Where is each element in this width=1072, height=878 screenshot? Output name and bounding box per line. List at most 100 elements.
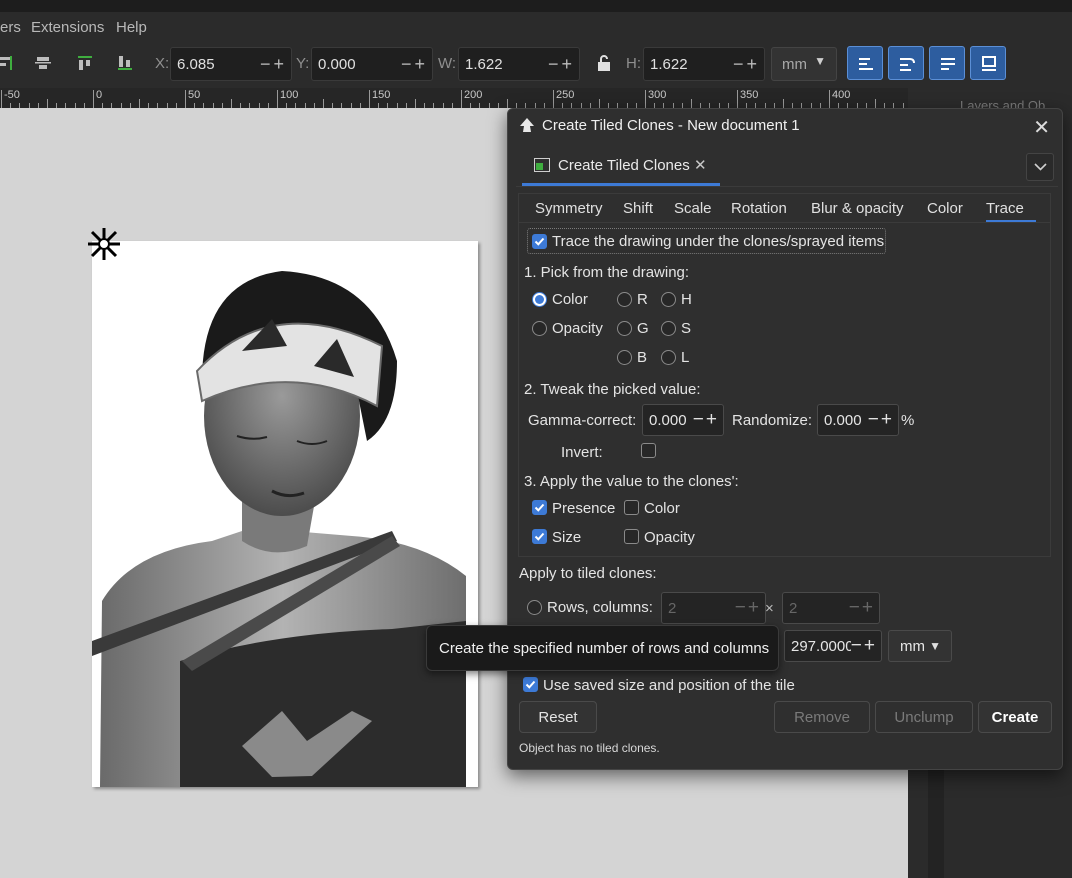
- create-button[interactable]: Create: [978, 701, 1052, 733]
- percent-label: %: [901, 412, 915, 429]
- dialog-title: Create Tiled Clones - New document 1: [542, 117, 800, 134]
- pick-h-radio[interactable]: [661, 292, 676, 307]
- dock-tab-label: Create Tiled Clones: [558, 157, 690, 174]
- lock-icon[interactable]: [596, 53, 612, 73]
- h-spinbox[interactable]: 1.622 −+: [643, 47, 765, 81]
- pick-color-radio[interactable]: [532, 292, 547, 307]
- tab-shift[interactable]: Shift: [623, 200, 653, 217]
- close-icon[interactable]: ✕: [1033, 115, 1050, 140]
- notebook-tabs: Symmetry Shift Scale Rotation Blur & opa…: [518, 193, 1051, 223]
- ruler-tick: [277, 90, 278, 108]
- tab-trace[interactable]: Trace: [986, 200, 1024, 217]
- size-unit-dropdown[interactable]: mm ▼: [888, 630, 952, 662]
- apply-opacity-checkbox[interactable]: [624, 529, 639, 544]
- pick-l-label[interactable]: L: [681, 349, 689, 366]
- inkscape-logo-icon: [520, 118, 534, 132]
- portrait-image[interactable]: [92, 241, 478, 787]
- gamma-stepper-icon[interactable]: −+: [693, 409, 719, 431]
- height-stepper-icon[interactable]: −+: [851, 635, 877, 657]
- columns-stepper-icon[interactable]: −+: [849, 597, 875, 619]
- rows-stepper-icon[interactable]: −+: [735, 597, 761, 619]
- tab-blur-opacity[interactable]: Blur & opacity: [811, 200, 904, 217]
- transform-pattern-button[interactable]: [970, 46, 1006, 80]
- reset-button[interactable]: Reset: [519, 701, 597, 733]
- apply-color-label[interactable]: Color: [644, 500, 680, 517]
- gamma-label: Gamma-correct:: [528, 412, 637, 429]
- tab-symmetry[interactable]: Symmetry: [535, 200, 603, 217]
- tab-close-icon[interactable]: ✕: [694, 156, 707, 174]
- size-checkbox[interactable]: [532, 529, 547, 544]
- tab-scale[interactable]: Scale: [674, 200, 712, 217]
- pick-r-label[interactable]: R: [637, 291, 648, 308]
- pick-g-label[interactable]: G: [637, 320, 649, 337]
- ruler-tick: [875, 99, 876, 108]
- move-pattern-icon: [982, 56, 996, 71]
- pick-s-label[interactable]: S: [681, 320, 691, 337]
- menu-item-extensions[interactable]: Extensions: [31, 19, 104, 36]
- presence-label[interactable]: Presence: [552, 500, 615, 517]
- tab-color[interactable]: Color: [927, 200, 963, 217]
- x-spinbox[interactable]: 6.085 −+: [170, 47, 292, 81]
- pick-color-label[interactable]: Color: [552, 291, 588, 308]
- align-icon[interactable]: [0, 54, 14, 72]
- unit-dropdown[interactable]: mm ▼: [771, 47, 837, 81]
- ruler-tick: [369, 90, 370, 108]
- menu-item-filters[interactable]: ers: [0, 19, 21, 36]
- presence-checkbox[interactable]: [532, 500, 547, 515]
- pick-l-radio[interactable]: [661, 350, 676, 365]
- pick-s-radio[interactable]: [661, 321, 676, 336]
- dock-menu-button[interactable]: [1026, 153, 1054, 181]
- pick-g-radio[interactable]: [617, 321, 632, 336]
- size-label[interactable]: Size: [552, 529, 581, 546]
- ruler-label: 150: [372, 89, 391, 101]
- align-bottom-icon[interactable]: [116, 54, 134, 72]
- pick-opacity-label[interactable]: Opacity: [552, 320, 603, 337]
- trace-checkbox-label[interactable]: Trace the drawing under the clones/spray…: [552, 233, 884, 250]
- ruler-tick: [185, 90, 186, 108]
- rotate-center-handle-icon[interactable]: [84, 224, 124, 264]
- ruler-tick: [783, 99, 784, 108]
- apply-opacity-label[interactable]: Opacity: [644, 529, 695, 546]
- h-value: 1.622: [650, 56, 688, 73]
- pick-opacity-radio[interactable]: [532, 321, 547, 336]
- check-icon: [534, 237, 545, 246]
- height-spinbox[interactable]: 297.0000 −+: [784, 630, 882, 662]
- menu-item-help[interactable]: Help: [116, 19, 147, 36]
- h-stepper-icon[interactable]: −+: [733, 54, 760, 75]
- transform-gradient-button[interactable]: [929, 46, 965, 80]
- rows-spinbox[interactable]: 2 −+: [661, 592, 766, 624]
- gamma-spinbox[interactable]: 0.000 −+: [642, 404, 724, 436]
- remove-button[interactable]: Remove: [774, 701, 870, 733]
- use-saved-checkbox[interactable]: [523, 677, 538, 692]
- transform-corners-button[interactable]: [888, 46, 924, 80]
- pick-b-radio[interactable]: [617, 350, 632, 365]
- transform-stroke-button[interactable]: [847, 46, 883, 80]
- unclump-button[interactable]: Unclump: [875, 701, 973, 733]
- pick-r-radio[interactable]: [617, 292, 632, 307]
- w-spinbox[interactable]: 1.622 −+: [458, 47, 580, 81]
- use-saved-label[interactable]: Use saved size and position of the tile: [543, 677, 795, 694]
- rows-value: 2: [668, 600, 677, 617]
- y-spinbox[interactable]: 0.000 −+: [311, 47, 433, 81]
- y-stepper-icon[interactable]: −+: [401, 54, 428, 75]
- rows-columns-label[interactable]: Rows, columns:: [547, 599, 653, 616]
- invert-checkbox[interactable]: [641, 443, 656, 458]
- rows-columns-radio[interactable]: [527, 600, 542, 615]
- randomize-stepper-icon[interactable]: −+: [868, 409, 894, 431]
- align-top-icon[interactable]: [76, 54, 94, 72]
- chevron-down-icon: ▼: [814, 54, 826, 68]
- trace-checkbox[interactable]: [532, 234, 547, 249]
- ruler-label: 100: [280, 89, 299, 101]
- dock-tab-tiled-clones[interactable]: Create Tiled Clones ✕: [522, 149, 720, 186]
- randomize-spinbox[interactable]: 0.000 −+: [817, 404, 899, 436]
- w-stepper-icon[interactable]: −+: [548, 54, 575, 75]
- apply-color-checkbox[interactable]: [624, 500, 639, 515]
- columns-spinbox[interactable]: 2 −+: [782, 592, 880, 624]
- tab-rotation[interactable]: Rotation: [731, 200, 787, 217]
- align-center-icon[interactable]: [34, 54, 52, 72]
- pick-b-label[interactable]: B: [637, 349, 647, 366]
- pick-h-label[interactable]: H: [681, 291, 692, 308]
- randomize-value: 0.000: [824, 412, 862, 429]
- page: [92, 241, 478, 787]
- x-stepper-icon[interactable]: −+: [260, 54, 287, 75]
